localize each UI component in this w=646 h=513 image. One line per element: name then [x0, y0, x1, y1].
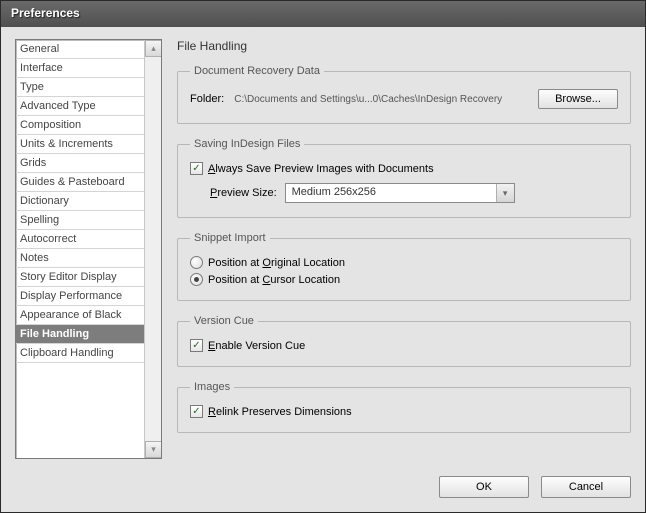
sidebar-item[interactable]: Appearance of Black	[16, 306, 144, 325]
scroll-down-icon[interactable]: ▾	[145, 441, 162, 458]
sidebar-item-label: Interface	[20, 62, 63, 74]
group-legend: Images	[190, 381, 234, 393]
sidebar-item-label: Dictionary	[20, 195, 69, 207]
sidebar-item[interactable]: Dictionary	[16, 192, 144, 211]
group-images: Images ✓ Relink Preserves Dimensions	[177, 381, 631, 433]
select-value: Medium 256x256	[292, 186, 376, 198]
group-legend: Version Cue	[190, 315, 258, 327]
sidebar-item[interactable]: Clipboard Handling	[16, 344, 144, 363]
sidebar-scrollbar[interactable]: ▴ ▾	[144, 40, 161, 458]
category-list: General Interface Type Advanced Type Composi…	[15, 39, 162, 459]
folder-label: Folder:	[190, 93, 224, 105]
sidebar-item-label: File Handling	[20, 328, 89, 340]
sidebar-item[interactable]: Story Editor Display	[16, 268, 144, 287]
checkbox-icon: ✓	[190, 405, 203, 418]
checkbox-label: Enable Version Cue	[208, 340, 305, 352]
sidebar-item-label: Spelling	[20, 214, 59, 226]
sidebar-item-label: Advanced Type	[20, 100, 96, 112]
sidebar-item[interactable]: Units & Increments	[16, 135, 144, 154]
group-document-recovery: Document Recovery Data Folder: C:\Docume…	[177, 65, 631, 124]
group-snippet-import: Snippet Import Position at Original Loca…	[177, 232, 631, 301]
titlebar[interactable]: Preferences	[1, 1, 645, 27]
sidebar-item-label: Autocorrect	[20, 233, 76, 245]
content-area: General Interface Type Advanced Type Composi…	[15, 39, 631, 498]
window-title: Preferences	[11, 6, 80, 20]
sidebar-item[interactable]: Spelling	[16, 211, 144, 230]
checkbox-label: Always Save Preview Images with Document…	[208, 163, 434, 175]
dialog-buttons: OK Cancel	[439, 476, 631, 498]
sidebar-item[interactable]: Type	[16, 78, 144, 97]
checkbox-icon: ✓	[190, 339, 203, 352]
group-version-cue: Version Cue ✓ Enable Version Cue	[177, 315, 631, 367]
sidebar-item-label: Notes	[20, 252, 49, 264]
sidebar-item-label: Guides & Pasteboard	[20, 176, 125, 188]
sidebar-item[interactable]: General	[16, 40, 144, 59]
main-panel: File Handling Document Recovery Data Fol…	[177, 39, 631, 456]
sidebar-item[interactable]: Advanced Type	[16, 97, 144, 116]
sidebar-item[interactable]: Notes	[16, 249, 144, 268]
checkbox-icon: ✓	[190, 162, 203, 175]
sidebar-item-label: Clipboard Handling	[20, 347, 114, 359]
radio-label: Position at Cursor Location	[208, 274, 340, 286]
sidebar-item[interactable]: Display Performance	[16, 287, 144, 306]
radio-cursor-location[interactable]: Position at Cursor Location	[190, 273, 618, 286]
relink-preserves-dimensions-checkbox[interactable]: ✓ Relink Preserves Dimensions	[190, 405, 618, 418]
always-save-preview-checkbox[interactable]: ✓ Always Save Preview Images with Docume…	[190, 162, 618, 175]
sidebar-item-label: Type	[20, 81, 44, 93]
sidebar-item[interactable]: Composition	[16, 116, 144, 135]
group-legend: Saving InDesign Files	[190, 138, 304, 150]
radio-label: Position at Original Location	[208, 257, 345, 269]
sidebar-item-label: Display Performance	[20, 290, 122, 302]
scroll-up-icon[interactable]: ▴	[145, 40, 162, 57]
sidebar-item[interactable]: Autocorrect	[16, 230, 144, 249]
enable-version-cue-checkbox[interactable]: ✓ Enable Version Cue	[190, 339, 618, 352]
radio-original-location[interactable]: Position at Original Location	[190, 256, 618, 269]
checkbox-label: Relink Preserves Dimensions	[208, 406, 352, 418]
sidebar-item-label: Grids	[20, 157, 46, 169]
sidebar-item[interactable]: Guides & Pasteboard	[16, 173, 144, 192]
browse-button[interactable]: Browse...	[538, 89, 618, 109]
sidebar-item-label: Appearance of Black	[20, 309, 122, 321]
preview-size-label: Preview Size:	[210, 187, 277, 199]
radio-icon	[190, 256, 203, 269]
page-title: File Handling	[177, 39, 631, 53]
preview-size-select[interactable]: Medium 256x256 ▾	[285, 183, 515, 203]
sidebar-item[interactable]: Interface	[16, 59, 144, 78]
cancel-button[interactable]: Cancel	[541, 476, 631, 498]
group-legend: Snippet Import	[190, 232, 270, 244]
preferences-window: Preferences General Interface Type Advanced…	[0, 0, 646, 513]
sidebar-item-label: Units & Increments	[20, 138, 113, 150]
sidebar-item-label: Composition	[20, 119, 81, 131]
sidebar-item[interactable]: File Handling	[16, 325, 144, 344]
sidebar-item[interactable]: Grids	[16, 154, 144, 173]
group-saving-files: Saving InDesign Files ✓ Always Save Prev…	[177, 138, 631, 218]
folder-path: C:\Documents and Settings\u...0\Caches\I…	[230, 94, 532, 105]
radio-icon	[190, 273, 203, 286]
sidebar-item-label: General	[20, 43, 59, 55]
group-legend: Document Recovery Data	[190, 65, 324, 77]
sidebar-item-label: Story Editor Display	[20, 271, 117, 283]
ok-button[interactable]: OK	[439, 476, 529, 498]
chevron-down-icon: ▾	[496, 184, 514, 202]
